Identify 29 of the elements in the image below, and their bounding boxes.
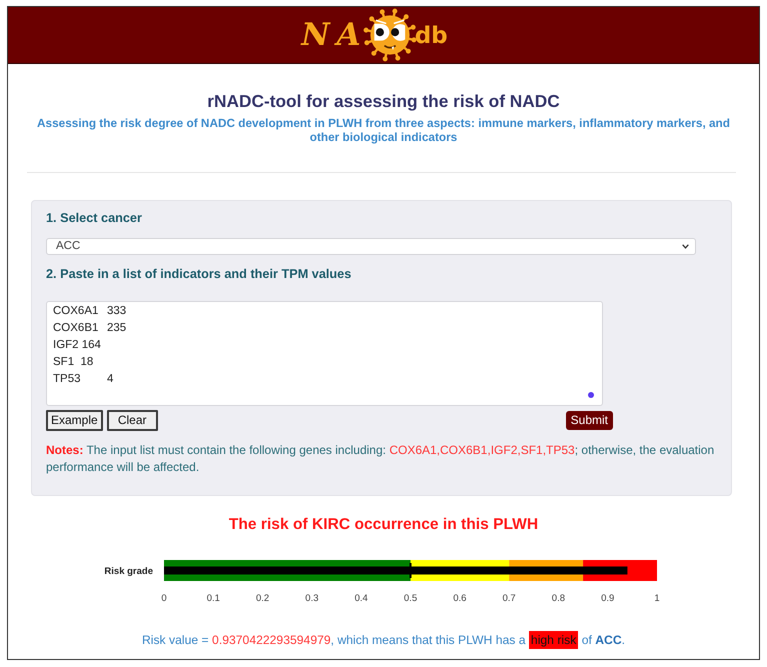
tick-label: 0.5 <box>404 593 418 604</box>
step-heading: 1. Select cancer <box>46 210 143 227</box>
submit-button[interactable]: Submit <box>566 411 613 430</box>
form-button[interactable]: Example <box>46 410 103 431</box>
tick-label: 0.4 <box>354 593 368 604</box>
tick-label: 0.6 <box>453 593 466 604</box>
result-title: The risk of KIRC occurrence in this PLWH <box>228 515 540 535</box>
tick-label: 0.7 <box>502 593 516 604</box>
tick-label: 0.8 <box>552 593 565 604</box>
tick-label: 0 <box>161 593 167 604</box>
logo-text: NA <box>301 17 368 53</box>
risk-sentence: Risk value = 0.9370422293594979, which means that this PLWH has a high risk of ACC. <box>140 630 626 650</box>
notes-text: Notes: The input list must contain the following genes including: COX6A1,COX6B1,IGF2,SF1,TP53; otherwise, the evaluation performance will be affected. <box>46 442 716 476</box>
axis-label: Risk grade <box>104 566 153 577</box>
tick-label: 0.3 <box>305 593 318 604</box>
step-heading: 2. Paste in a list of indicators and their TPM values <box>46 266 352 283</box>
page-subtitle: Assessing the risk degree of NADC development in PLWH from three aspects: immune markers, inflammatory markers, and other biological indicators <box>36 116 731 144</box>
cancer-select[interactable]: ACC <box>46 238 696 255</box>
tick-label: 0.1 <box>206 593 220 604</box>
tick-label: 0.9 <box>601 593 614 604</box>
tick-label: 0.2 <box>256 593 270 604</box>
dot-icon <box>588 392 594 398</box>
indicators-textarea[interactable]: COX6A1 333 COX6B1 235 IGF2 164 SF1 18 TP53 4 <box>46 301 603 406</box>
target-marker <box>410 563 412 578</box>
tick-label: 1 <box>654 593 660 604</box>
logo-text: db <box>414 22 448 50</box>
form-button[interactable]: Clear <box>106 410 158 431</box>
caret-icon <box>682 244 689 249</box>
page-title: rNADC-tool for assessing the risk of NADC <box>206 90 561 113</box>
